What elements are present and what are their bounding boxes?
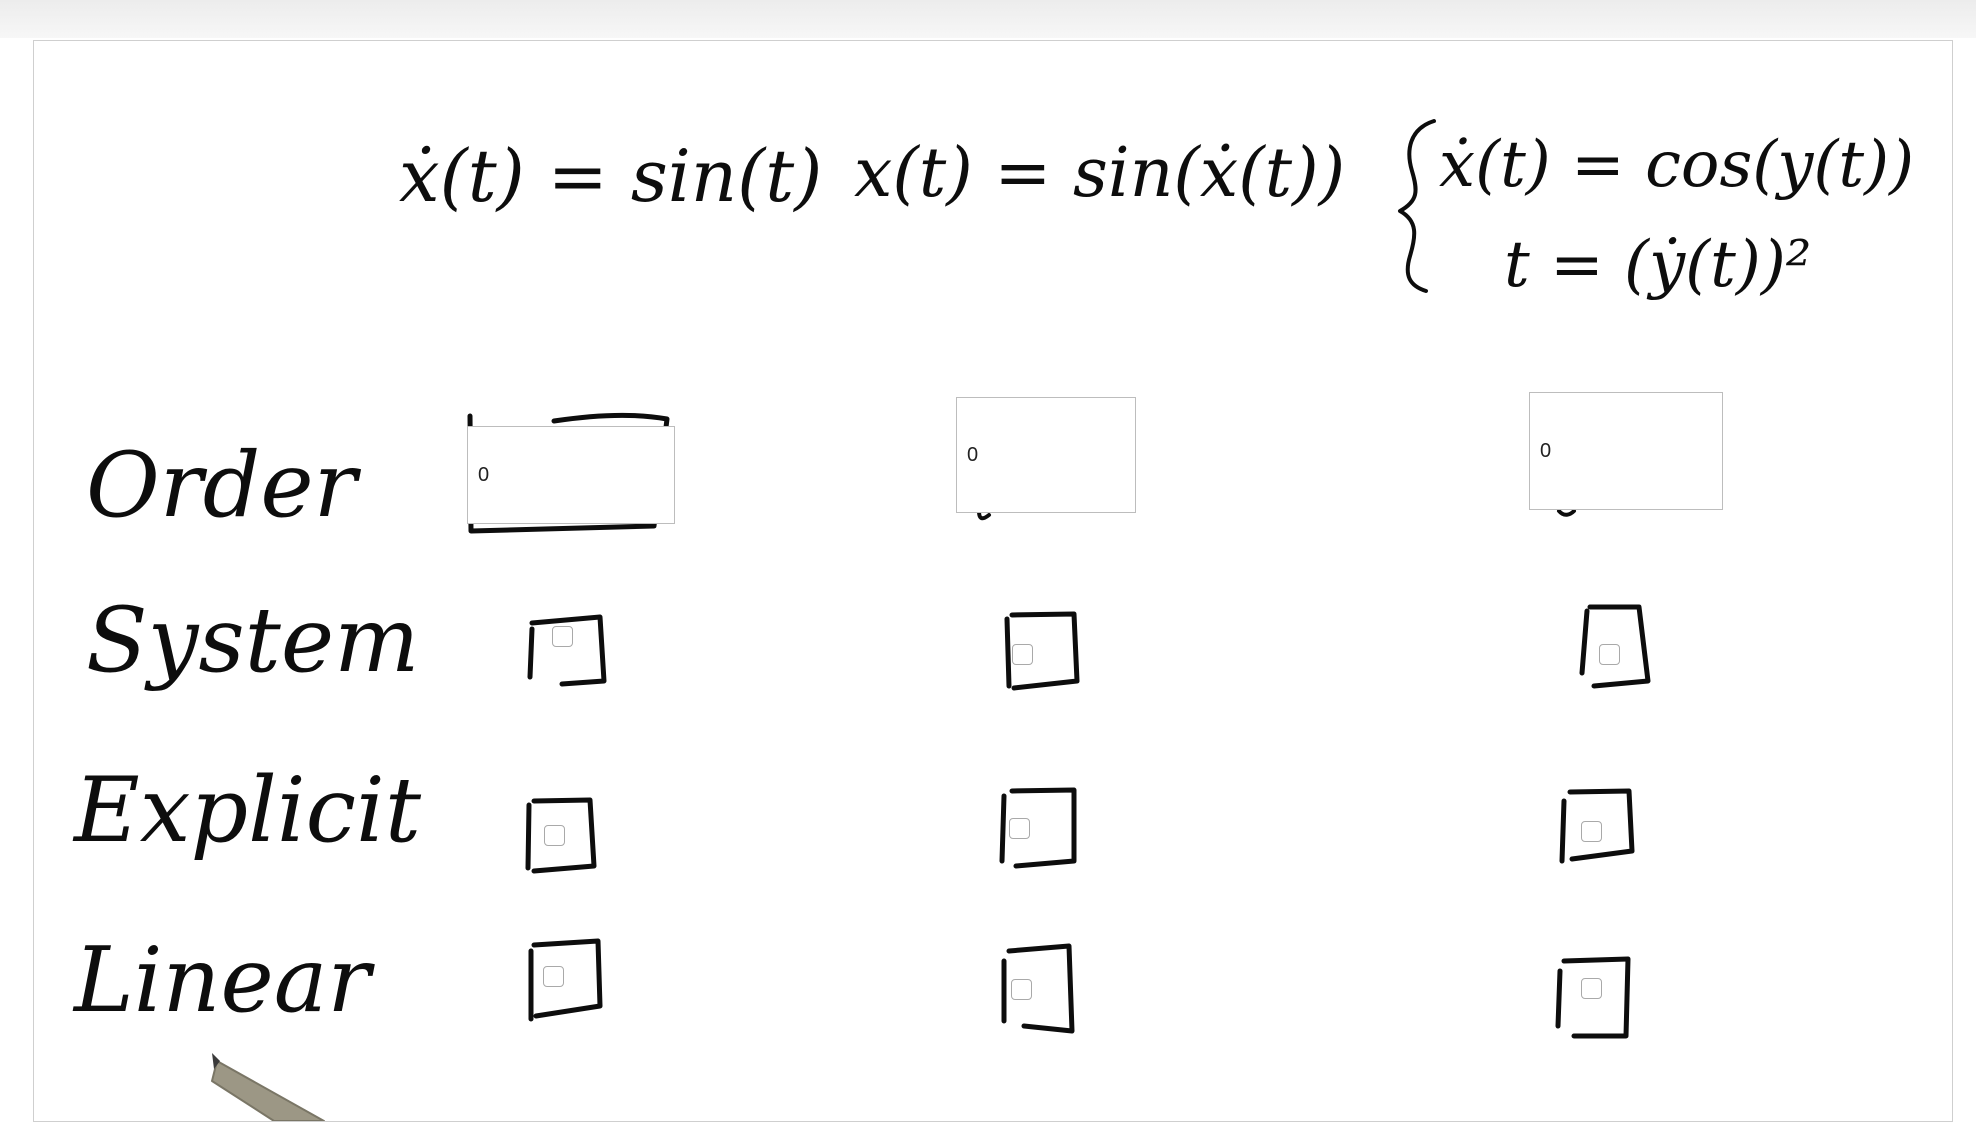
order-input-eq2[interactable] bbox=[956, 397, 1136, 513]
stylus-pen-icon bbox=[211, 1053, 325, 1121]
linear-checkbox-eq1[interactable] bbox=[543, 966, 564, 987]
equation-3-line-1: ẋ(t) = cos(y(t)) bbox=[1439, 128, 1914, 202]
row-label-explicit: Explicit bbox=[72, 758, 422, 863]
equation-2: x(t) = sin(ẋ(t)) bbox=[854, 134, 1345, 213]
linear-checkbox-eq2[interactable] bbox=[1011, 979, 1032, 1000]
order-input-eq1[interactable] bbox=[467, 426, 675, 524]
whiteboard-canvas[interactable]: ẋ(t) = sin(t) x(t) = sin(ẋ(t)) ẋ(t) = co… bbox=[33, 40, 1953, 1122]
explicit-checkbox-eq2[interactable] bbox=[1009, 818, 1030, 839]
equation-3-line-2: t = (ẏ(t))² bbox=[1504, 228, 1811, 302]
order-input-eq3[interactable] bbox=[1529, 392, 1723, 510]
system-checkbox-eq1[interactable] bbox=[552, 626, 573, 647]
row-label-system: System bbox=[86, 588, 419, 693]
equation-2-line-1: x(t) = sin(ẋ(t)) bbox=[854, 134, 1345, 213]
linear-checkbox-eq3[interactable] bbox=[1581, 978, 1602, 999]
system-brace bbox=[1398, 119, 1436, 293]
handwriting-layer: ẋ(t) = sin(t) x(t) = sin(ẋ(t)) ẋ(t) = co… bbox=[72, 119, 1914, 1121]
row-label-linear: Linear bbox=[72, 928, 375, 1033]
equation-1-line-1: ẋ(t) = sin(t) bbox=[399, 134, 822, 218]
order-box-ink-3 bbox=[1557, 509, 1576, 517]
window-top-bar bbox=[0, 0, 1976, 38]
equation-1: ẋ(t) = sin(t) bbox=[399, 134, 822, 218]
explicit-checkbox-eq1[interactable] bbox=[544, 825, 565, 846]
equation-3: ẋ(t) = cos(y(t)) t = (ẏ(t))² bbox=[1398, 119, 1914, 302]
row-label-order: Order bbox=[86, 433, 362, 538]
system-checkbox-eq3[interactable] bbox=[1599, 644, 1620, 665]
linear-box-ink-1 bbox=[528, 938, 603, 1022]
system-checkbox-eq2[interactable] bbox=[1012, 644, 1033, 665]
explicit-checkbox-eq3[interactable] bbox=[1581, 821, 1602, 842]
